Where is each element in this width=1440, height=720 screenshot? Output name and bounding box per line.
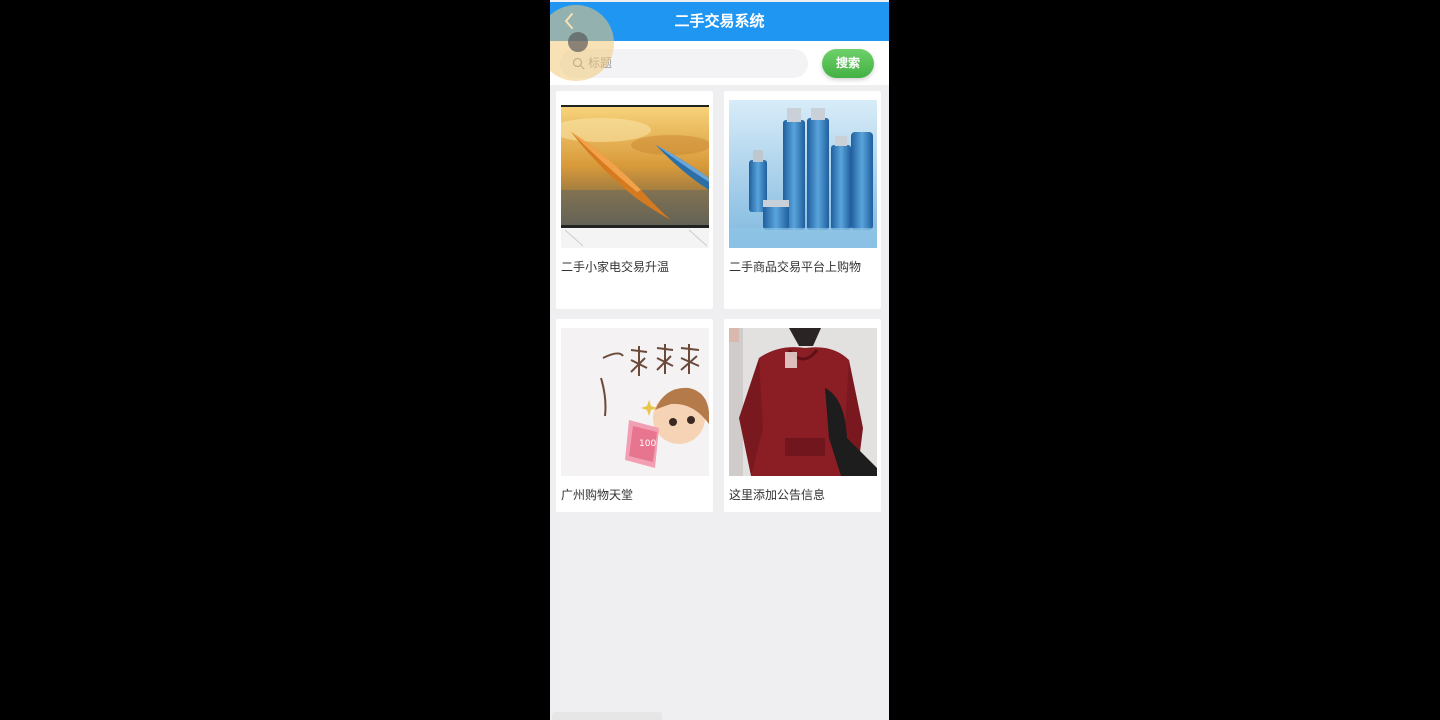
list-item[interactable]: 这里添加公告信息 (724, 319, 881, 512)
search-icon (572, 57, 585, 70)
list-item[interactable]: 二手小家电交易升温 (556, 91, 713, 309)
item-title: 二手商品交易平台上购物 (729, 260, 862, 274)
list-item[interactable]: 二手商品交易平台上购物 (724, 91, 881, 309)
page-title: 二手交易系统 (674, 12, 765, 30)
item-image-kayak (561, 100, 709, 248)
item-image-cosmetics (729, 100, 877, 248)
search-input[interactable]: 标题 (560, 49, 808, 78)
phone-screen: 二手交易系统 标题 搜索 二手小家电交易升温 二手商品交易平台上购物 100 广… (550, 0, 889, 720)
item-title: 广州购物天堂 (561, 488, 634, 502)
search-placeholder: 标题 (588, 56, 613, 70)
search-button[interactable]: 搜索 (822, 49, 874, 78)
svg-text:100: 100 (639, 439, 656, 449)
bottom-hint-bar (552, 712, 662, 720)
search-bar: 标题 搜索 (550, 41, 889, 85)
list-item[interactable]: 100 广州购物天堂 (556, 319, 713, 512)
item-title: 这里添加公告信息 (729, 488, 826, 502)
header-bar: 二手交易系统 (550, 2, 889, 41)
item-image-cartoon: 100 (561, 328, 709, 476)
item-title: 二手小家电交易升温 (561, 260, 670, 274)
item-image-hoodie (729, 328, 877, 476)
